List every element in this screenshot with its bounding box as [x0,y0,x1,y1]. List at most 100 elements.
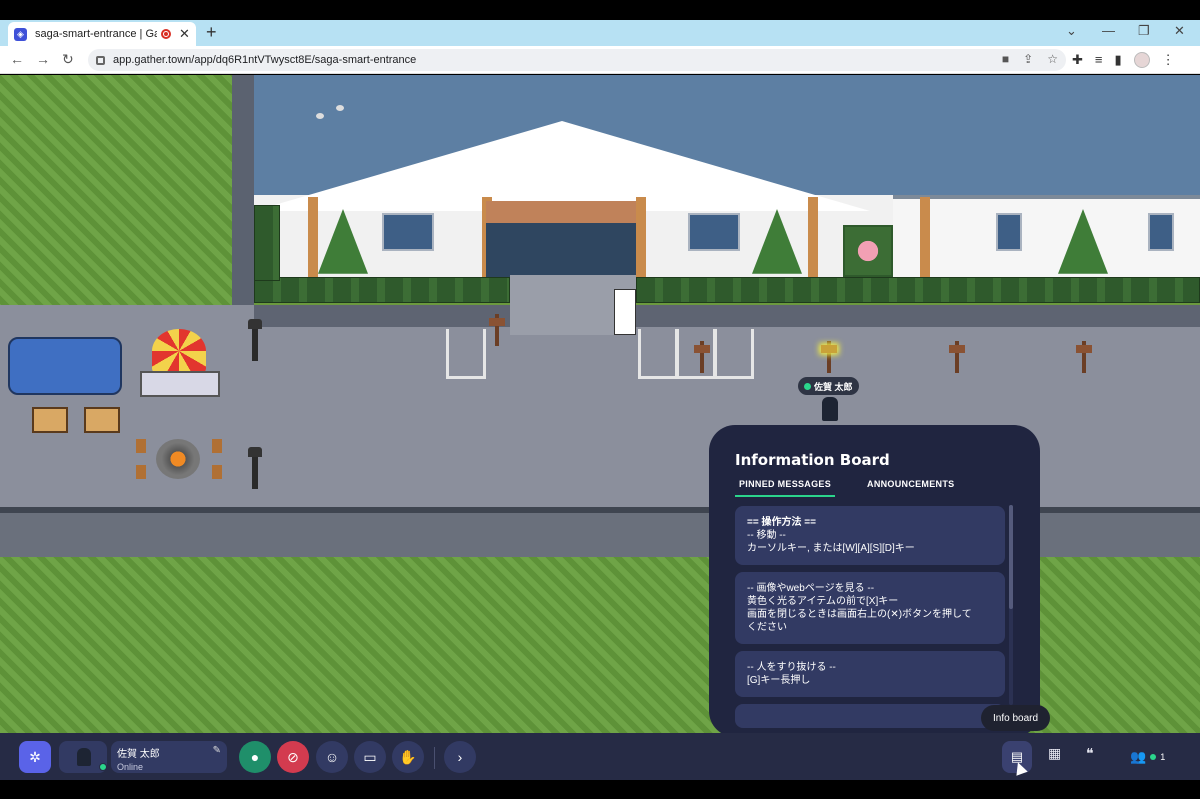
menu-kebab-icon[interactable]: ⋮ [1162,52,1175,68]
toolbar-divider [434,747,435,769]
minimize-button[interactable]: — [1102,23,1115,38]
building-pillar [808,197,818,277]
building-pillar [920,197,930,277]
entrance-awning [486,201,636,223]
message-line: カーソルキー, または[W][A][S][D]キー [747,543,915,554]
hedge-row [636,277,1200,303]
tab-title: saga-smart-entrance | Gathe [35,28,157,40]
pencil-edit-icon[interactable]: ✎ [213,745,221,756]
gather-menu-icon[interactable]: ✲ [19,741,51,773]
stool [212,439,222,453]
side-panel-icon[interactable]: ▮ [1115,52,1122,68]
user-status: Online [117,762,144,772]
camera-permission-icon[interactable]: ■ [1002,52,1009,66]
pinned-message: -- 人をすり抜ける -- [G]キー長押し [735,651,1005,697]
signpost[interactable] [489,310,505,346]
scrollbar-thumb[interactable] [1009,505,1013,609]
screen-share-button[interactable]: ▭ [354,741,386,773]
media-control-icon[interactable]: ≡ [1095,52,1103,68]
pinned-message [735,704,1005,728]
calendar-icon[interactable]: ▦ [1048,745,1061,762]
street-lamp [248,319,262,361]
chat-bubbles-icon[interactable]: ❝ [1086,745,1094,762]
player-name: 佐賀 太郎 [814,381,853,392]
tab-pinned-messages[interactable]: PINNED MESSAGES [735,479,836,497]
bookmark-star-icon[interactable]: ☆ [1047,52,1058,66]
signpost[interactable] [949,337,965,373]
info-board-tabs: PINNED MESSAGES ANNOUNCEMENTS [735,479,1016,497]
extensions-puzzle-icon[interactable]: ✚ [1072,52,1083,68]
message-line: -- 人をすり抜ける -- [747,662,836,673]
user-name: 佐賀 太郎 [117,749,160,760]
camera-off-icon: ⊘ [287,748,299,765]
restore-button[interactable]: ❐ [1138,23,1150,39]
message-line: 黄色く光るアイテムの前で[X]キー [747,596,899,607]
profile-avatar[interactable] [1133,52,1150,68]
close-window-button[interactable]: ✕ [1174,23,1185,39]
campfire [156,439,200,479]
hedge-column [254,205,280,281]
street-lamp [248,447,262,489]
online-dot [1150,754,1157,760]
expand-button[interactable]: › [444,741,476,773]
emote-button[interactable]: ☺ [316,741,348,773]
tab-announcements[interactable]: ANNOUNCEMENTS [863,479,958,497]
stool [136,465,146,479]
message-line: [G]キー長押し [747,675,811,686]
surf-wagon-car [8,337,122,395]
browser-toolbar: ← → ↻ app.gather.town/app/dq6R1ntVTwysct… [0,46,1200,74]
food-cart [140,371,220,397]
player-avatar[interactable] [822,397,838,421]
url-text[interactable]: app.gather.town/app/dq6R1ntVTwysct8E/sag… [113,54,416,66]
screen: ◈ saga-smart-entrance | Gathe ✕ + ⌄ — ❐ … [0,0,1200,799]
message-line: 画面を閉じるときは画面右上の(✕)ボタンを押して [747,609,972,620]
rose-bush [843,225,893,277]
pigeon [316,113,324,119]
parking-space [714,329,754,379]
building-window [382,213,434,251]
forward-arrow-icon[interactable]: → [36,51,50,67]
avatar[interactable] [59,741,107,773]
drink-cart [32,407,68,433]
building-pillar [308,197,318,277]
user-card[interactable]: 佐賀 太郎 Online ✎ [59,741,231,773]
camera-toggle-button[interactable]: ⊘ [277,741,309,773]
address-bar[interactable]: app.gather.town/app/dq6R1ntVTwysct8E/sag… [88,49,1066,71]
pavement-edge [254,305,1200,327]
browser-tab-bar: ◈ saga-smart-entrance | Gathe ✕ + ⌄ — ❐ … [0,20,1200,46]
recording-icon [161,29,171,39]
player-name-tag: 佐賀 太郎 [798,377,859,395]
new-tab-button[interactable]: + [206,22,217,43]
entrance-banner[interactable] [614,289,636,335]
parking-space [638,329,678,379]
user-info[interactable]: 佐賀 太郎 Online ✎ [111,741,227,773]
tab-search-icon[interactable]: ⌄ [1066,23,1077,39]
stool [212,465,222,479]
participants-button[interactable]: 👥 1 [1130,749,1165,765]
signpost[interactable] [694,337,710,373]
hedge-row [254,277,510,303]
hand-icon: ✋ [399,748,417,765]
message-line: -- 移動 -- [747,530,786,541]
microphone-button[interactable]: ● [239,741,271,773]
smiley-icon: ☺ [324,749,340,765]
back-arrow-icon[interactable]: ← [10,51,24,67]
building-window [1148,213,1174,251]
tab-close-icon[interactable]: ✕ [179,26,190,42]
building-pillar [636,197,646,277]
signpost-highlighted[interactable] [821,337,837,373]
pinned-messages-list: == 操作方法 == -- 移動 -- カーソルキー, または[W][A][S]… [735,506,1005,728]
share-icon[interactable]: ⇪ [1023,52,1033,66]
reload-icon[interactable]: ↻ [62,51,74,68]
message-line: ください [747,622,787,633]
info-board-title: Information Board [735,451,890,469]
building-window [996,213,1022,251]
parasol [152,329,206,373]
online-status-dot [99,763,107,771]
parking-space [446,329,486,379]
pigeon [336,105,344,111]
raise-hand-button[interactable]: ✋ [392,741,424,773]
signpost[interactable] [1076,337,1092,373]
browser-tab[interactable]: ◈ saga-smart-entrance | Gathe ✕ [8,22,196,46]
stool [136,439,146,453]
